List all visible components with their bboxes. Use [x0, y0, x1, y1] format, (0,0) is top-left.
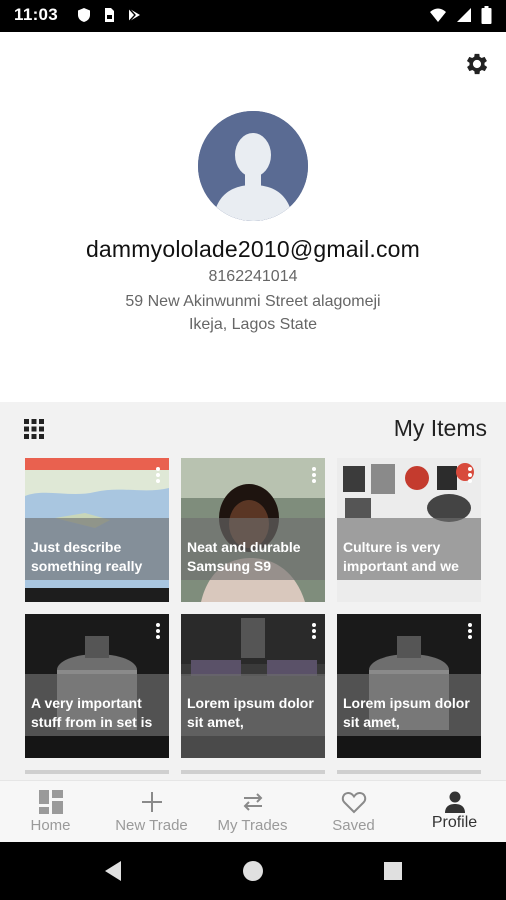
more-options-icon[interactable] — [155, 466, 161, 484]
item-card-peek — [25, 770, 169, 774]
battery-icon — [481, 6, 492, 24]
more-options-icon[interactable] — [467, 622, 473, 640]
profile-email: dammyololade2010@gmail.com — [85, 236, 421, 262]
more-options-icon[interactable] — [155, 622, 161, 640]
tab-new-trade[interactable]: New Trade — [101, 781, 202, 843]
person-icon — [444, 791, 465, 813]
item-caption: Lorem ipsum dolor sit amet, — [187, 695, 314, 730]
status-system-icons — [429, 6, 492, 24]
item-caption: Just describe something really — [31, 539, 143, 574]
item-card[interactable]: Neat and durable Samsung S9 — [181, 458, 325, 602]
tab-profile[interactable]: Profile — [404, 781, 505, 843]
tab-label: Profile — [431, 814, 478, 831]
item-card-peek — [181, 770, 325, 774]
more-options-icon[interactable] — [467, 466, 473, 484]
item-card-peek — [337, 770, 481, 774]
tab-label: Home — [30, 817, 71, 834]
back-icon[interactable] — [101, 859, 125, 883]
item-caption: Culture is very important and we — [343, 539, 459, 574]
person-silhouette-icon — [198, 111, 308, 221]
profile-phone: 8162241014 — [208, 268, 298, 285]
plus-icon — [141, 792, 162, 812]
bottom-tab-bar: Home New Trade My Trades Saved Profile — [0, 780, 506, 842]
item-card[interactable]: Just describe something really — [25, 458, 169, 602]
profile-address-line2: Ikeja, Lagos State — [188, 316, 318, 333]
item-card[interactable]: Culture is very important and we — [337, 458, 481, 602]
avatar[interactable] — [198, 111, 308, 221]
item-card[interactable]: Lorem ipsum dolor sit amet, consectetur … — [337, 614, 481, 758]
cellular-signal-icon — [457, 8, 471, 22]
dashboard-icon — [38, 790, 63, 814]
tab-label: New Trade — [115, 817, 188, 834]
tab-saved[interactable]: Saved — [303, 781, 404, 843]
profile-address-line1: 59 New Akinwunmi Street alagomeji — [125, 293, 381, 310]
more-options-icon[interactable] — [311, 466, 317, 484]
grid-view-icon[interactable] — [24, 419, 44, 439]
system-navigation-bar — [0, 842, 506, 900]
play-store-icon — [128, 8, 140, 22]
item-caption: Lorem ipsum dolor sit amet, consectetur … — [343, 695, 470, 734]
swap-arrows-icon — [243, 793, 262, 811]
home-circle-icon[interactable] — [241, 859, 265, 883]
wifi-icon — [430, 8, 446, 22]
recents-square-icon[interactable] — [381, 859, 405, 883]
tab-label: Saved — [332, 817, 375, 834]
tab-home[interactable]: Home — [0, 781, 101, 843]
heart-icon — [341, 791, 366, 814]
settings-gear-icon[interactable] — [463, 50, 491, 78]
item-caption: A very important stuff from in set is th… — [31, 695, 153, 734]
status-notification-icons — [76, 7, 142, 23]
item-card[interactable]: Lorem ipsum dolor sit amet, — [181, 614, 325, 758]
my-items-title: My Items — [393, 415, 487, 441]
sim-card-icon — [105, 8, 114, 22]
more-options-icon[interactable] — [311, 622, 317, 640]
tab-label: My Trades — [217, 817, 288, 834]
status-time: 11:03 — [14, 5, 59, 24]
status-bar: 11:03 — [0, 0, 506, 32]
item-card[interactable]: A very important stuff from in set is th… — [25, 614, 169, 758]
shield-icon — [78, 8, 90, 22]
my-items-section: My Items Just describe something really … — [0, 402, 506, 780]
item-caption: Neat and durable Samsung S9 — [187, 539, 301, 574]
tab-my-trades[interactable]: My Trades — [202, 781, 303, 843]
